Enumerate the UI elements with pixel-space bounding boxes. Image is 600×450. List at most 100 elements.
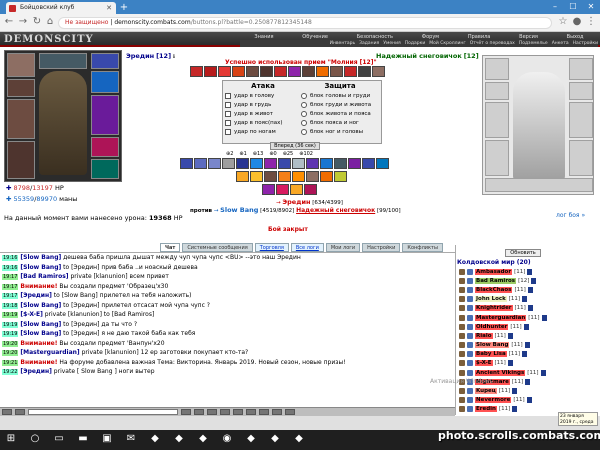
- search-icon[interactable]: ○: [28, 432, 42, 446]
- gloves-slot[interactable]: [91, 137, 119, 157]
- belt-slot[interactable]: [39, 53, 87, 69]
- online-user-name[interactable]: Kupeц: [475, 388, 497, 395]
- close-window-icon[interactable]: ✕: [582, 0, 600, 14]
- info-icon[interactable]: [540, 369, 546, 376]
- menu-item[interactable]: Отчёт о переводах: [470, 41, 515, 46]
- online-user-row[interactable]: Nevermore [11]: [456, 396, 600, 405]
- spell-icon[interactable]: [236, 158, 249, 169]
- spell-icon[interactable]: [306, 158, 319, 169]
- close-tab-icon[interactable]: ✕: [106, 2, 112, 14]
- profile-icon[interactable]: ●: [570, 15, 584, 29]
- back-icon[interactable]: ←: [2, 15, 16, 29]
- chat-nick[interactable]: [Эредин]: [20, 292, 51, 299]
- target-name[interactable]: Эредин: [282, 198, 310, 206]
- spell-icon[interactable]: [264, 171, 277, 182]
- chat-nick[interactable]: Внимание!: [20, 359, 57, 366]
- skill-icon[interactable]: [372, 66, 385, 77]
- armor-slot[interactable]: [7, 141, 35, 179]
- online-user-row[interactable]: Ancient Vikings [11]: [456, 368, 600, 377]
- send-button[interactable]: [181, 409, 191, 415]
- spell-icon[interactable]: [250, 171, 263, 182]
- info-icon[interactable]: [522, 351, 528, 358]
- attack-option[interactable]: удар в живот: [225, 109, 282, 118]
- online-user-row[interactable]: Bad Ramiros [12]: [456, 276, 600, 285]
- spell-icon[interactable]: [292, 171, 305, 182]
- online-user-name[interactable]: John Lock: [475, 296, 507, 303]
- amulet-slot[interactable]: [91, 53, 119, 69]
- chat-nick[interactable]: [Эредин]: [20, 368, 51, 375]
- top-link[interactable]: Правила: [468, 34, 490, 40]
- defense-option[interactable]: блок груди и живота: [301, 100, 371, 109]
- tab-settings[interactable]: Настройки: [362, 243, 401, 252]
- tab-conflicts[interactable]: Конфликты: [402, 243, 443, 252]
- tab-trade[interactable]: Торговля: [254, 243, 289, 252]
- online-user-row[interactable]: Knightrider [11]: [456, 304, 600, 313]
- chat-nick[interactable]: [Bad Ramiros]: [20, 273, 68, 280]
- attack-option[interactable]: удар в грудь: [225, 100, 282, 109]
- spell-icon[interactable]: [334, 171, 347, 182]
- spell-icon[interactable]: [180, 158, 193, 169]
- menu-item[interactable]: Настройки: [573, 41, 598, 46]
- info-icon[interactable]: [523, 323, 529, 330]
- info-icon[interactable]: [507, 332, 513, 339]
- tab-all-logs[interactable]: Все логи: [290, 243, 324, 252]
- online-user-name[interactable]: Bad Ramiros: [475, 277, 517, 284]
- home-icon[interactable]: ⌂: [43, 15, 57, 29]
- online-user-name[interactable]: Slow Bang: [475, 342, 510, 349]
- start-icon[interactable]: ⊞: [4, 432, 18, 446]
- online-user-row[interactable]: Kupeц [11]: [456, 386, 600, 395]
- online-user-row[interactable]: Rialo [11]: [456, 331, 600, 340]
- toolbar-button[interactable]: [272, 409, 282, 415]
- menu-icon[interactable]: ⋮: [584, 15, 598, 29]
- maximize-icon[interactable]: ☐: [564, 0, 582, 14]
- skill-icon[interactable]: [218, 66, 231, 77]
- spell-icon[interactable]: [334, 158, 347, 169]
- online-user-name[interactable]: Eredin: [475, 406, 497, 413]
- taskview-icon[interactable]: ▭: [52, 432, 66, 446]
- info-icon[interactable]: [507, 360, 513, 367]
- spell-icon[interactable]: [362, 158, 375, 169]
- menu-item[interactable]: Мой Скроллинг: [429, 41, 465, 46]
- online-user-row[interactable]: Oldhunter [11]: [456, 322, 600, 331]
- minimize-icon[interactable]: –: [546, 0, 564, 14]
- tab-my-logs[interactable]: Мои логи: [325, 243, 361, 252]
- spell-icon[interactable]: [194, 158, 207, 169]
- online-user-name[interactable]: Knightrider: [475, 305, 513, 312]
- spell-icon[interactable]: [348, 158, 361, 169]
- skill-icon[interactable]: [344, 66, 357, 77]
- online-user-name[interactable]: BlackChaos: [475, 286, 513, 293]
- online-user-row[interactable]: Masterguardian [11]: [456, 313, 600, 322]
- chat-nick[interactable]: [Slow Bang]: [20, 321, 61, 328]
- online-user-row[interactable]: $-X-E [11]: [456, 359, 600, 368]
- info-icon[interactable]: [512, 406, 518, 413]
- top-link[interactable]: Знания: [254, 34, 273, 40]
- chrome-icon[interactable]: ◉: [220, 432, 234, 446]
- online-user-name[interactable]: Rialo: [475, 332, 493, 339]
- attack-option[interactable]: удар по ногам: [225, 127, 282, 136]
- boots-slot[interactable]: [91, 159, 119, 179]
- spell-icon[interactable]: [376, 158, 389, 169]
- skill-icon[interactable]: [232, 66, 245, 77]
- spell-icon[interactable]: [306, 171, 319, 182]
- info-icon[interactable]: [527, 286, 533, 293]
- spell-icon[interactable]: [222, 158, 235, 169]
- defense-option[interactable]: блок пояса и ног: [301, 118, 371, 127]
- online-user-name[interactable]: $-X-E: [475, 360, 493, 367]
- chat-nick[interactable]: [Slow Bang]: [20, 302, 61, 309]
- chat-nick[interactable]: Внимание!: [20, 283, 57, 290]
- app-icon[interactable]: ◆: [268, 432, 282, 446]
- skill-icon[interactable]: [358, 66, 371, 77]
- chat-nick[interactable]: [Masterguardian]: [20, 349, 79, 356]
- spell-icon[interactable]: [278, 171, 291, 182]
- earring-slot[interactable]: [7, 79, 35, 97]
- enemy-avatar[interactable]: [513, 72, 565, 182]
- info-icon[interactable]: [526, 397, 532, 404]
- tab-chat[interactable]: Чат: [160, 243, 181, 252]
- vs-player[interactable]: Slow Bang: [220, 206, 258, 214]
- info-icon[interactable]: [527, 268, 533, 275]
- online-user-row[interactable]: Slow Bang [11]: [456, 341, 600, 350]
- chat-nick[interactable]: [Slow Bang]: [20, 330, 61, 337]
- top-link[interactable]: Форум: [422, 34, 439, 40]
- spell-icon[interactable]: [262, 184, 275, 195]
- chat-nick[interactable]: [$-X-E]: [20, 311, 42, 318]
